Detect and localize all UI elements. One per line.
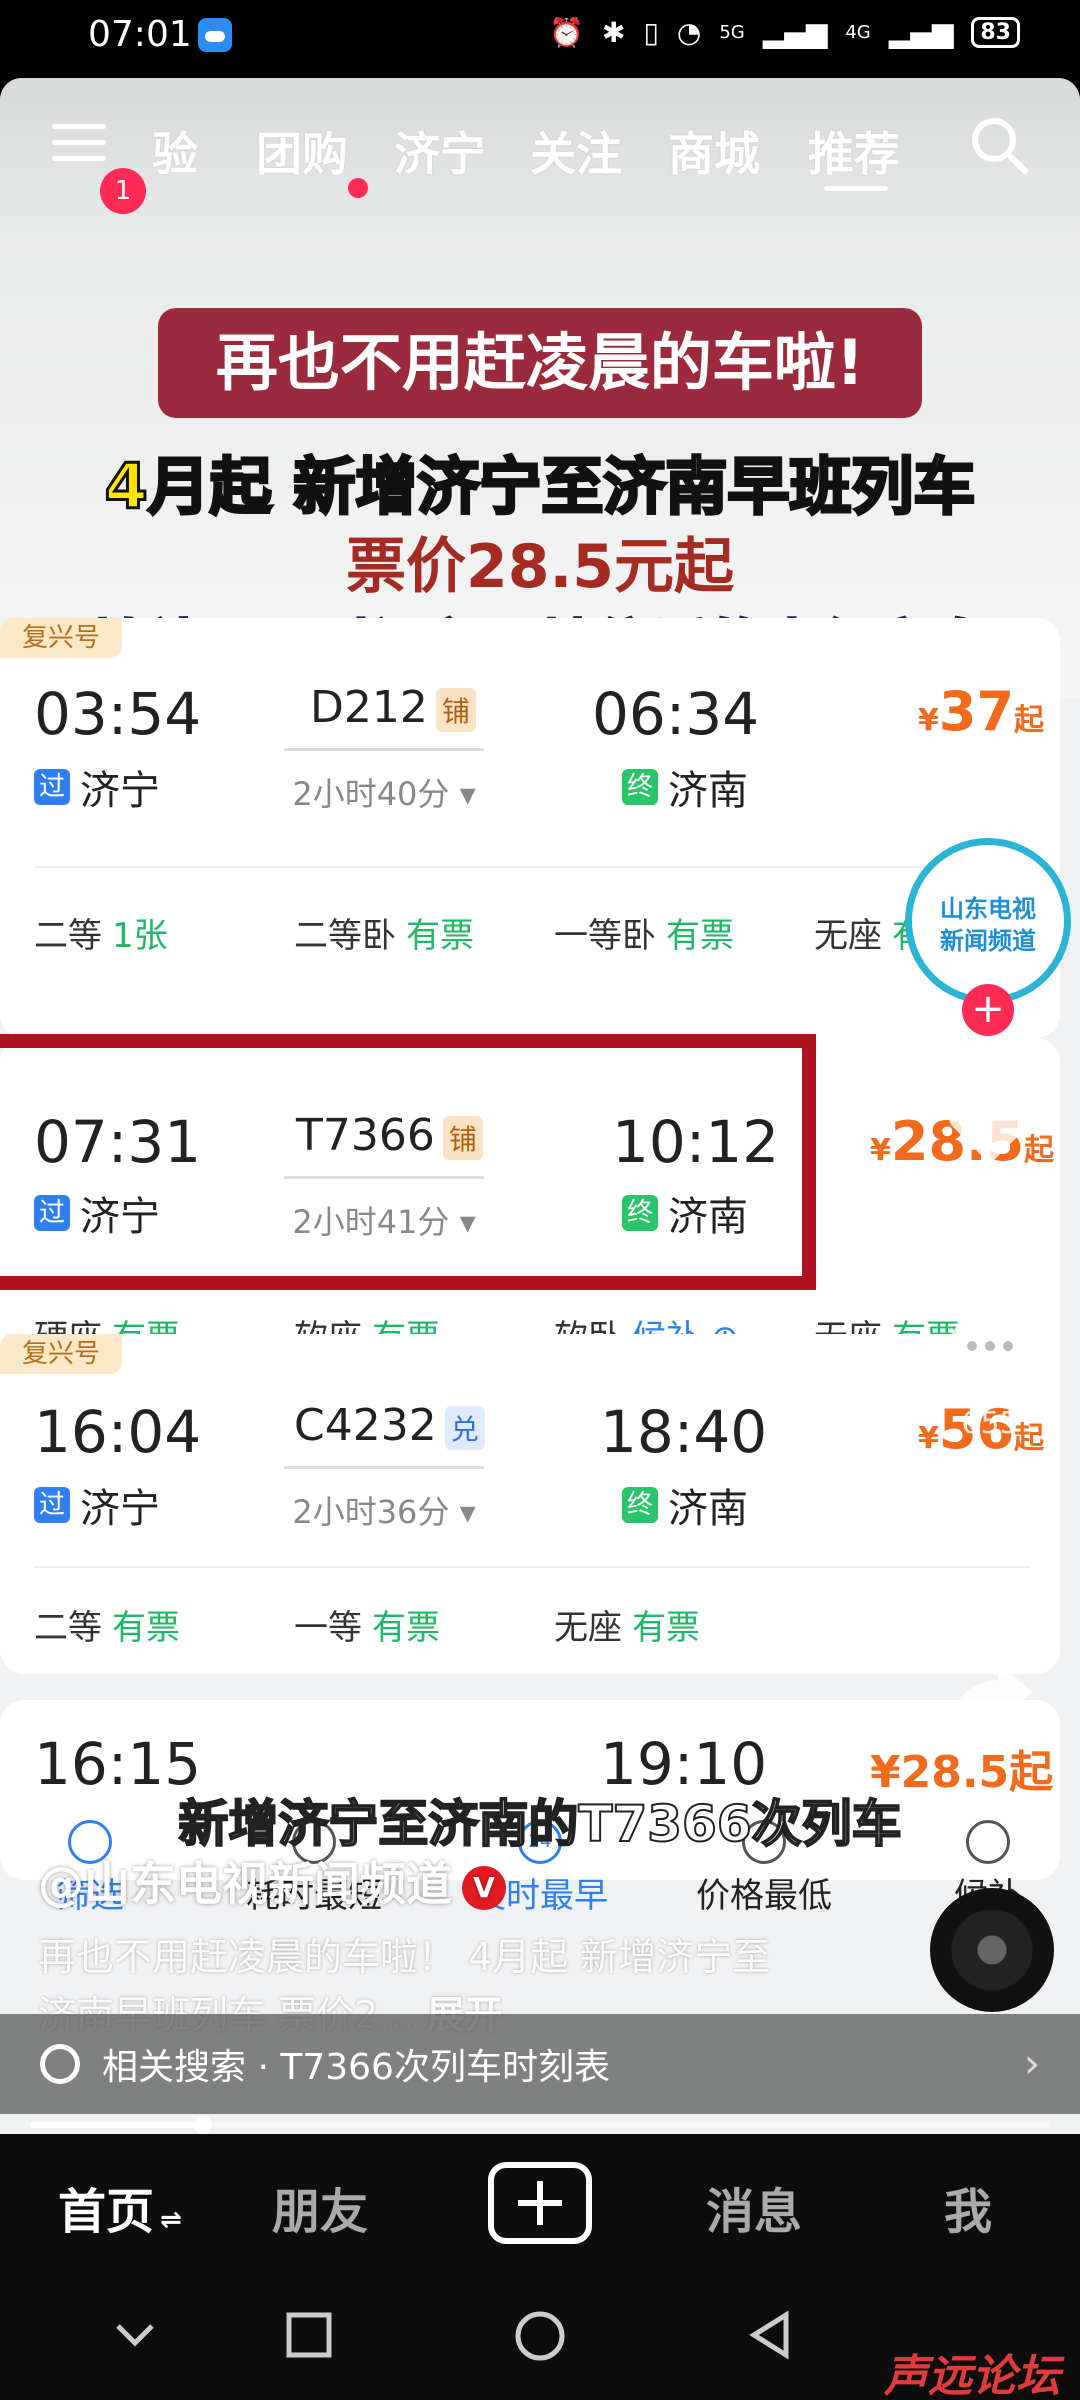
author-name[interactable]: @山东电视新闻频道 V <box>38 1848 506 1914</box>
status-icons: ⏰ ✱ ▯ ◔ 5G ▂▄▆ 4G ▂▄▆ 83 <box>549 16 1020 49</box>
like-button[interactable]: 4312 <box>940 1088 1040 1221</box>
terminal-icon: 终 <box>622 1487 658 1523</box>
origin-station: 过济宁 <box>34 758 160 816</box>
top-nav: 1 验 团购 济宁 关注 商城 推荐 <box>0 78 1080 228</box>
tab-jining[interactable]: 济宁 <box>394 118 486 184</box>
chevron-right-icon: › <box>1024 2041 1040 2087</box>
train-number: C4232 兑 <box>294 1400 485 1451</box>
seat-class: 一等卧 有票 <box>554 916 734 956</box>
departure-time: 03:54 <box>34 680 202 748</box>
nav-friends[interactable]: 朋友 <box>272 2172 368 2242</box>
follow-button[interactable]: + <box>962 984 1014 1036</box>
divider <box>34 866 1030 868</box>
berth-tag: 铺 <box>435 688 476 732</box>
star-icon <box>950 1480 1030 1552</box>
favorite-count: 1228 <box>951 1574 1029 1609</box>
origin-station: 过济宁 <box>34 1476 160 1534</box>
arrival-time: 06:34 <box>592 680 760 748</box>
weather-icon <box>198 18 232 52</box>
nav-messages[interactable]: 消息 <box>706 2172 802 2242</box>
signal-bars-icon-2: ▂▄▆ <box>888 16 954 49</box>
highlight-frame <box>0 1034 816 1290</box>
destination-station: 终济南 <box>622 1476 748 1534</box>
train-tag: 复兴号 <box>0 618 123 658</box>
nav-me[interactable]: 我 <box>944 2172 992 2242</box>
redeem-tag: 兑 <box>444 1406 485 1450</box>
tab-mall[interactable]: 商城 <box>668 118 760 184</box>
channel-avatar[interactable]: 山东电视 新闻频道 <box>905 838 1071 1004</box>
verified-icon: V <box>462 1865 506 1910</box>
recent-apps-icon[interactable] <box>284 2310 334 2360</box>
duration[interactable]: 2小时36分 ▾ <box>284 1466 484 1533</box>
heart-icon <box>947 1089 1033 1164</box>
departure-time: 16:04 <box>34 1398 202 1466</box>
new-dot <box>348 178 368 198</box>
wifi-icon: ◔ <box>676 16 702 49</box>
train-number: D212 铺 <box>310 682 476 733</box>
signal-bars-icon: ▂▄▆ <box>762 16 828 49</box>
banner-price-line: 票价28.5元起 <box>345 532 735 602</box>
train-tag: 复兴号 <box>0 1334 123 1374</box>
music-disc-icon[interactable] <box>930 1888 1054 2012</box>
search-icon <box>40 2044 80 2084</box>
related-search-text: 相关搜索 · T7366次列车时刻表 <box>102 2047 610 2088</box>
menu-icon[interactable] <box>52 124 106 168</box>
search-icon[interactable] <box>968 114 1030 176</box>
active-tab-indicator <box>824 186 888 191</box>
terminal-icon: 终 <box>622 769 658 805</box>
tab-recommend[interactable]: 推荐 <box>808 118 900 184</box>
train-card[interactable]: 复兴号 03:54 D212 铺 06:34 2小时40分 ▾ 过济宁 终济南 ¥… <box>0 618 1060 1038</box>
tab-experience[interactable]: 验 <box>152 118 198 184</box>
headline: 再也不用赶凌晨的车啦! <box>158 308 922 418</box>
like-count: 4312 <box>951 1186 1029 1221</box>
home-icon[interactable] <box>514 2310 566 2362</box>
progress-fill <box>30 2122 204 2128</box>
switch-icon: ⇌ <box>160 2205 182 2235</box>
pass-icon: 过 <box>34 1487 70 1523</box>
share-icon <box>950 1662 1032 1728</box>
seat-class: 二等卧 有票 <box>294 916 474 956</box>
video-subtitle: 新增济宁至济南的T7366次列车 <box>177 1794 902 1854</box>
status-bar: 07:01 ⏰ ✱ ▯ ◔ 5G ▂▄▆ 4G ▂▄▆ 83 <box>0 0 1080 78</box>
clock: 07:01 <box>88 14 192 55</box>
tab-following[interactable]: 关注 <box>530 118 622 184</box>
alarm-icon: ⏰ <box>549 16 585 49</box>
duration[interactable]: 2小时40分 ▾ <box>284 748 484 815</box>
banner-line-2: 4月起 新增济宁至济南早班列车 <box>103 449 977 525</box>
signal-5g: 5G <box>719 22 745 43</box>
bluetooth-icon: ✱ <box>602 16 626 49</box>
share-button[interactable] <box>940 1656 1040 1754</box>
seat-class: 一等 有票 <box>294 1608 440 1648</box>
comment-count: 655 <box>961 1406 1019 1441</box>
add-button[interactable] <box>488 2162 592 2244</box>
video-player[interactable]: 1 验 团购 济宁 关注 商城 推荐 再也不用赶凌晨的车啦! 4月起 新增济宁至… <box>0 78 1080 2134</box>
price: ¥37起 <box>918 680 1045 743</box>
vibrate-icon: ▯ <box>643 16 659 49</box>
seat-class: 二等 有票 <box>34 1608 180 1648</box>
favorite-button[interactable]: 1228 <box>940 1476 1040 1609</box>
nav-home[interactable]: 首页 ⇌ <box>58 2172 182 2242</box>
divider <box>34 1566 1030 1568</box>
video-progress[interactable] <box>30 2116 1050 2134</box>
tab-group-buy[interactable]: 团购 <box>256 118 348 184</box>
bottom-nav: 首页 ⇌ 朋友 消息 我 <box>0 2134 1080 2276</box>
back-icon[interactable] <box>746 2310 796 2360</box>
progress-handle[interactable] <box>194 2116 213 2134</box>
seat-class: 无座有票 <box>554 1608 700 1648</box>
pass-icon: 过 <box>34 769 70 805</box>
train-card[interactable]: 复兴号 16:04 C4232 兑 18:40 2小时36分 ▾ 过济宁 终济南 … <box>0 1334 1060 1674</box>
destination-station: 终济南 <box>622 758 748 816</box>
comment-button[interactable]: 655 <box>940 1308 1040 1441</box>
watermark: 声远论坛 <box>884 2351 1060 2400</box>
comment-icon <box>948 1314 1032 1378</box>
notification-badge: 1 <box>100 168 146 214</box>
seat-class: 二等 1张 <box>34 916 168 956</box>
signal-4g: 4G <box>845 22 871 43</box>
battery-indicator: 83 <box>971 17 1020 48</box>
arrival-time: 18:40 <box>600 1398 768 1466</box>
related-search-bar[interactable]: 相关搜索 · T7366次列车时刻表 › <box>0 2014 1080 2114</box>
chevron-down-icon[interactable] <box>110 2310 160 2360</box>
